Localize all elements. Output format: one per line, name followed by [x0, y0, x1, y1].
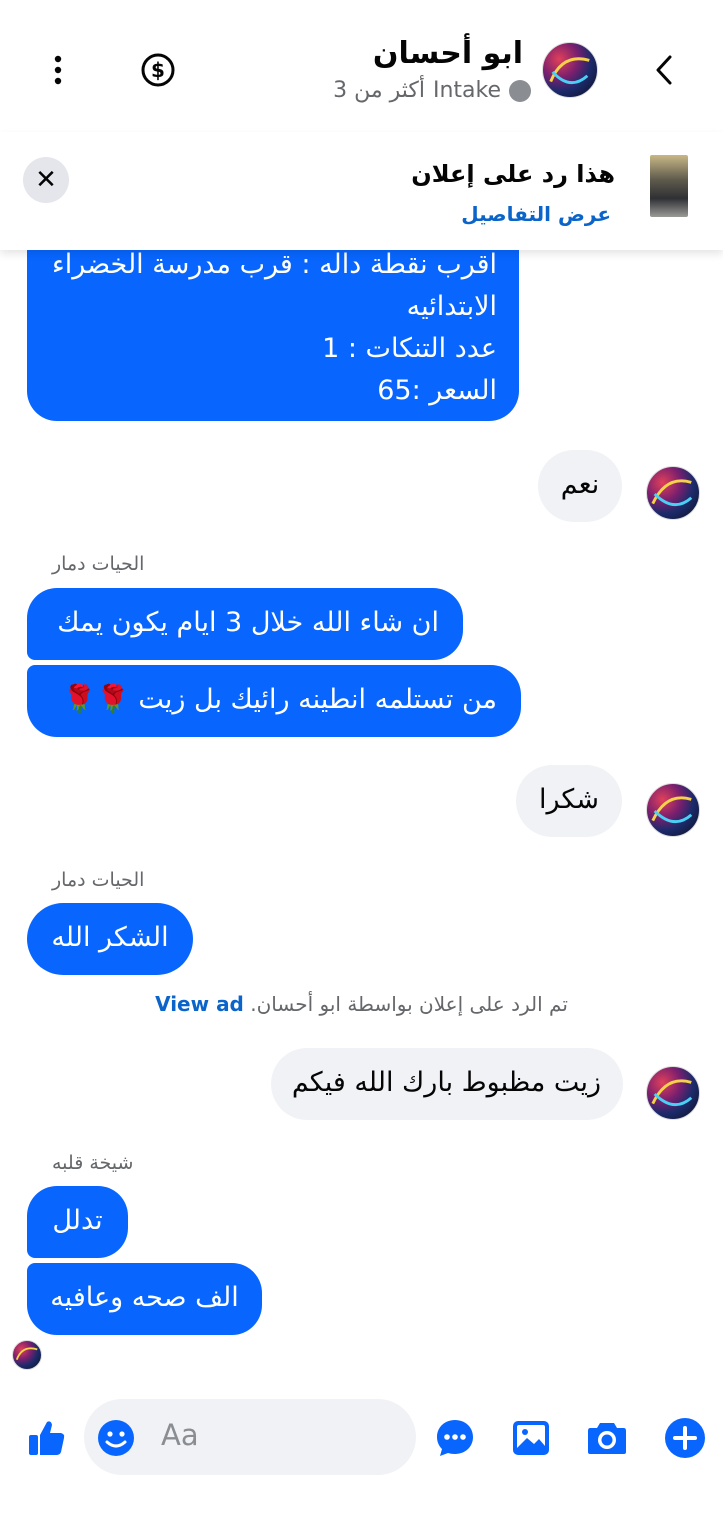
- message-input-placeholder: Aa: [161, 1418, 199, 1452]
- message-bubble-outgoing[interactable]: ان شاء الله خلال 3 ايام يكون يمك: [27, 588, 463, 660]
- sender-name: الحيات دمار: [52, 869, 145, 891]
- message-line: الابتدائيه: [406, 291, 497, 322]
- sender-avatar[interactable]: [646, 466, 700, 520]
- ad-reply-banner: هذا رد على إعلان عرض التفاصيل: [0, 132, 723, 250]
- chat-header: ابو أحسان أكثر من 3 Intake $: [0, 0, 723, 132]
- like-icon: [29, 1421, 65, 1455]
- status-label: Intake: [432, 78, 501, 103]
- chat-extensions-button[interactable]: [432, 1416, 478, 1460]
- ad-close-button[interactable]: ✕: [23, 157, 69, 203]
- close-icon: ✕: [35, 165, 57, 195]
- message-text: تدلل: [52, 1205, 103, 1236]
- message-bubble-outgoing[interactable]: تدلل: [27, 1186, 128, 1258]
- status-dot-icon: [509, 79, 531, 102]
- emoji-button[interactable]: [94, 1416, 138, 1460]
- message-text: الشكر الله: [51, 922, 169, 953]
- more-vertical-icon: [54, 55, 62, 85]
- camera-icon: [588, 1423, 626, 1454]
- sender-name: شيخة قلبه: [52, 1152, 134, 1174]
- message-bubble-outgoing[interactable]: الشكر الله: [27, 903, 193, 975]
- payment-button[interactable]: $: [138, 50, 178, 90]
- sender-avatar[interactable]: [646, 1066, 700, 1120]
- sender-name: الحيات دمار: [52, 553, 145, 575]
- ad-banner-title: هذا رد على إعلان: [411, 160, 615, 188]
- message-line: السعر :65: [377, 375, 497, 406]
- message-text: زيت مظبوط بارك الله فيكم: [291, 1067, 601, 1098]
- message-text: نعم: [560, 469, 600, 500]
- ad-thumbnail[interactable]: [650, 155, 688, 217]
- like-button[interactable]: [22, 1414, 70, 1462]
- back-button[interactable]: [646, 50, 682, 90]
- status-more-text: أكثر من 3: [333, 78, 425, 103]
- dollar-icon: $: [141, 53, 175, 87]
- emoji-icon: [98, 1420, 134, 1456]
- more-actions-button[interactable]: [662, 1416, 708, 1460]
- notice-text: تم الرد على إعلان بواسطة ابو أحسان.: [250, 992, 568, 1016]
- message-line: عدد التنكات : 1: [322, 333, 497, 364]
- svg-text:$: $: [151, 58, 165, 82]
- more-options-button[interactable]: [40, 50, 76, 90]
- message-text: شكرا: [539, 784, 599, 815]
- message-bubble-incoming[interactable]: زيت مظبوط بارك الله فيكم: [271, 1048, 623, 1120]
- ad-details-link[interactable]: عرض التفاصيل: [461, 202, 611, 226]
- camera-button[interactable]: [584, 1416, 630, 1460]
- contact-avatar[interactable]: [542, 42, 598, 98]
- sender-avatar[interactable]: [646, 783, 700, 837]
- image-icon: [513, 1421, 549, 1455]
- message-line: اقرب نقطة داله : قرب مدرسة الخضراء: [52, 249, 497, 280]
- message-bubble-outgoing[interactable]: من تستلمه انطينه رائيك بل زيت 🌹🌹: [27, 665, 521, 737]
- contact-name[interactable]: ابو أحسان: [373, 36, 523, 71]
- message-text: الف صحه وعافيه: [50, 1282, 239, 1313]
- view-ad-link[interactable]: View ad: [155, 992, 244, 1016]
- message-bubble-outgoing[interactable]: الف صحه وعافيه: [27, 1263, 262, 1335]
- ad-reply-notice: View ad تم الرد على إعلان بواسطة ابو أحس…: [0, 992, 723, 1016]
- message-text: من تستلمه انطينه رائيك بل زيت 🌹🌹: [62, 684, 497, 715]
- message-bubble-incoming[interactable]: شكرا: [516, 765, 622, 837]
- message-bubble-incoming[interactable]: نعم: [538, 450, 622, 522]
- contact-status: أكثر من 3 Intake: [333, 78, 531, 103]
- gallery-button[interactable]: [508, 1416, 554, 1460]
- chat-more-icon: [437, 1420, 473, 1456]
- chevron-left-icon: [656, 55, 672, 85]
- message-text: ان شاء الله خلال 3 ايام يكون يمك: [57, 607, 439, 638]
- plus-icon: [665, 1418, 705, 1458]
- read-receipt-avatar: [12, 1340, 42, 1370]
